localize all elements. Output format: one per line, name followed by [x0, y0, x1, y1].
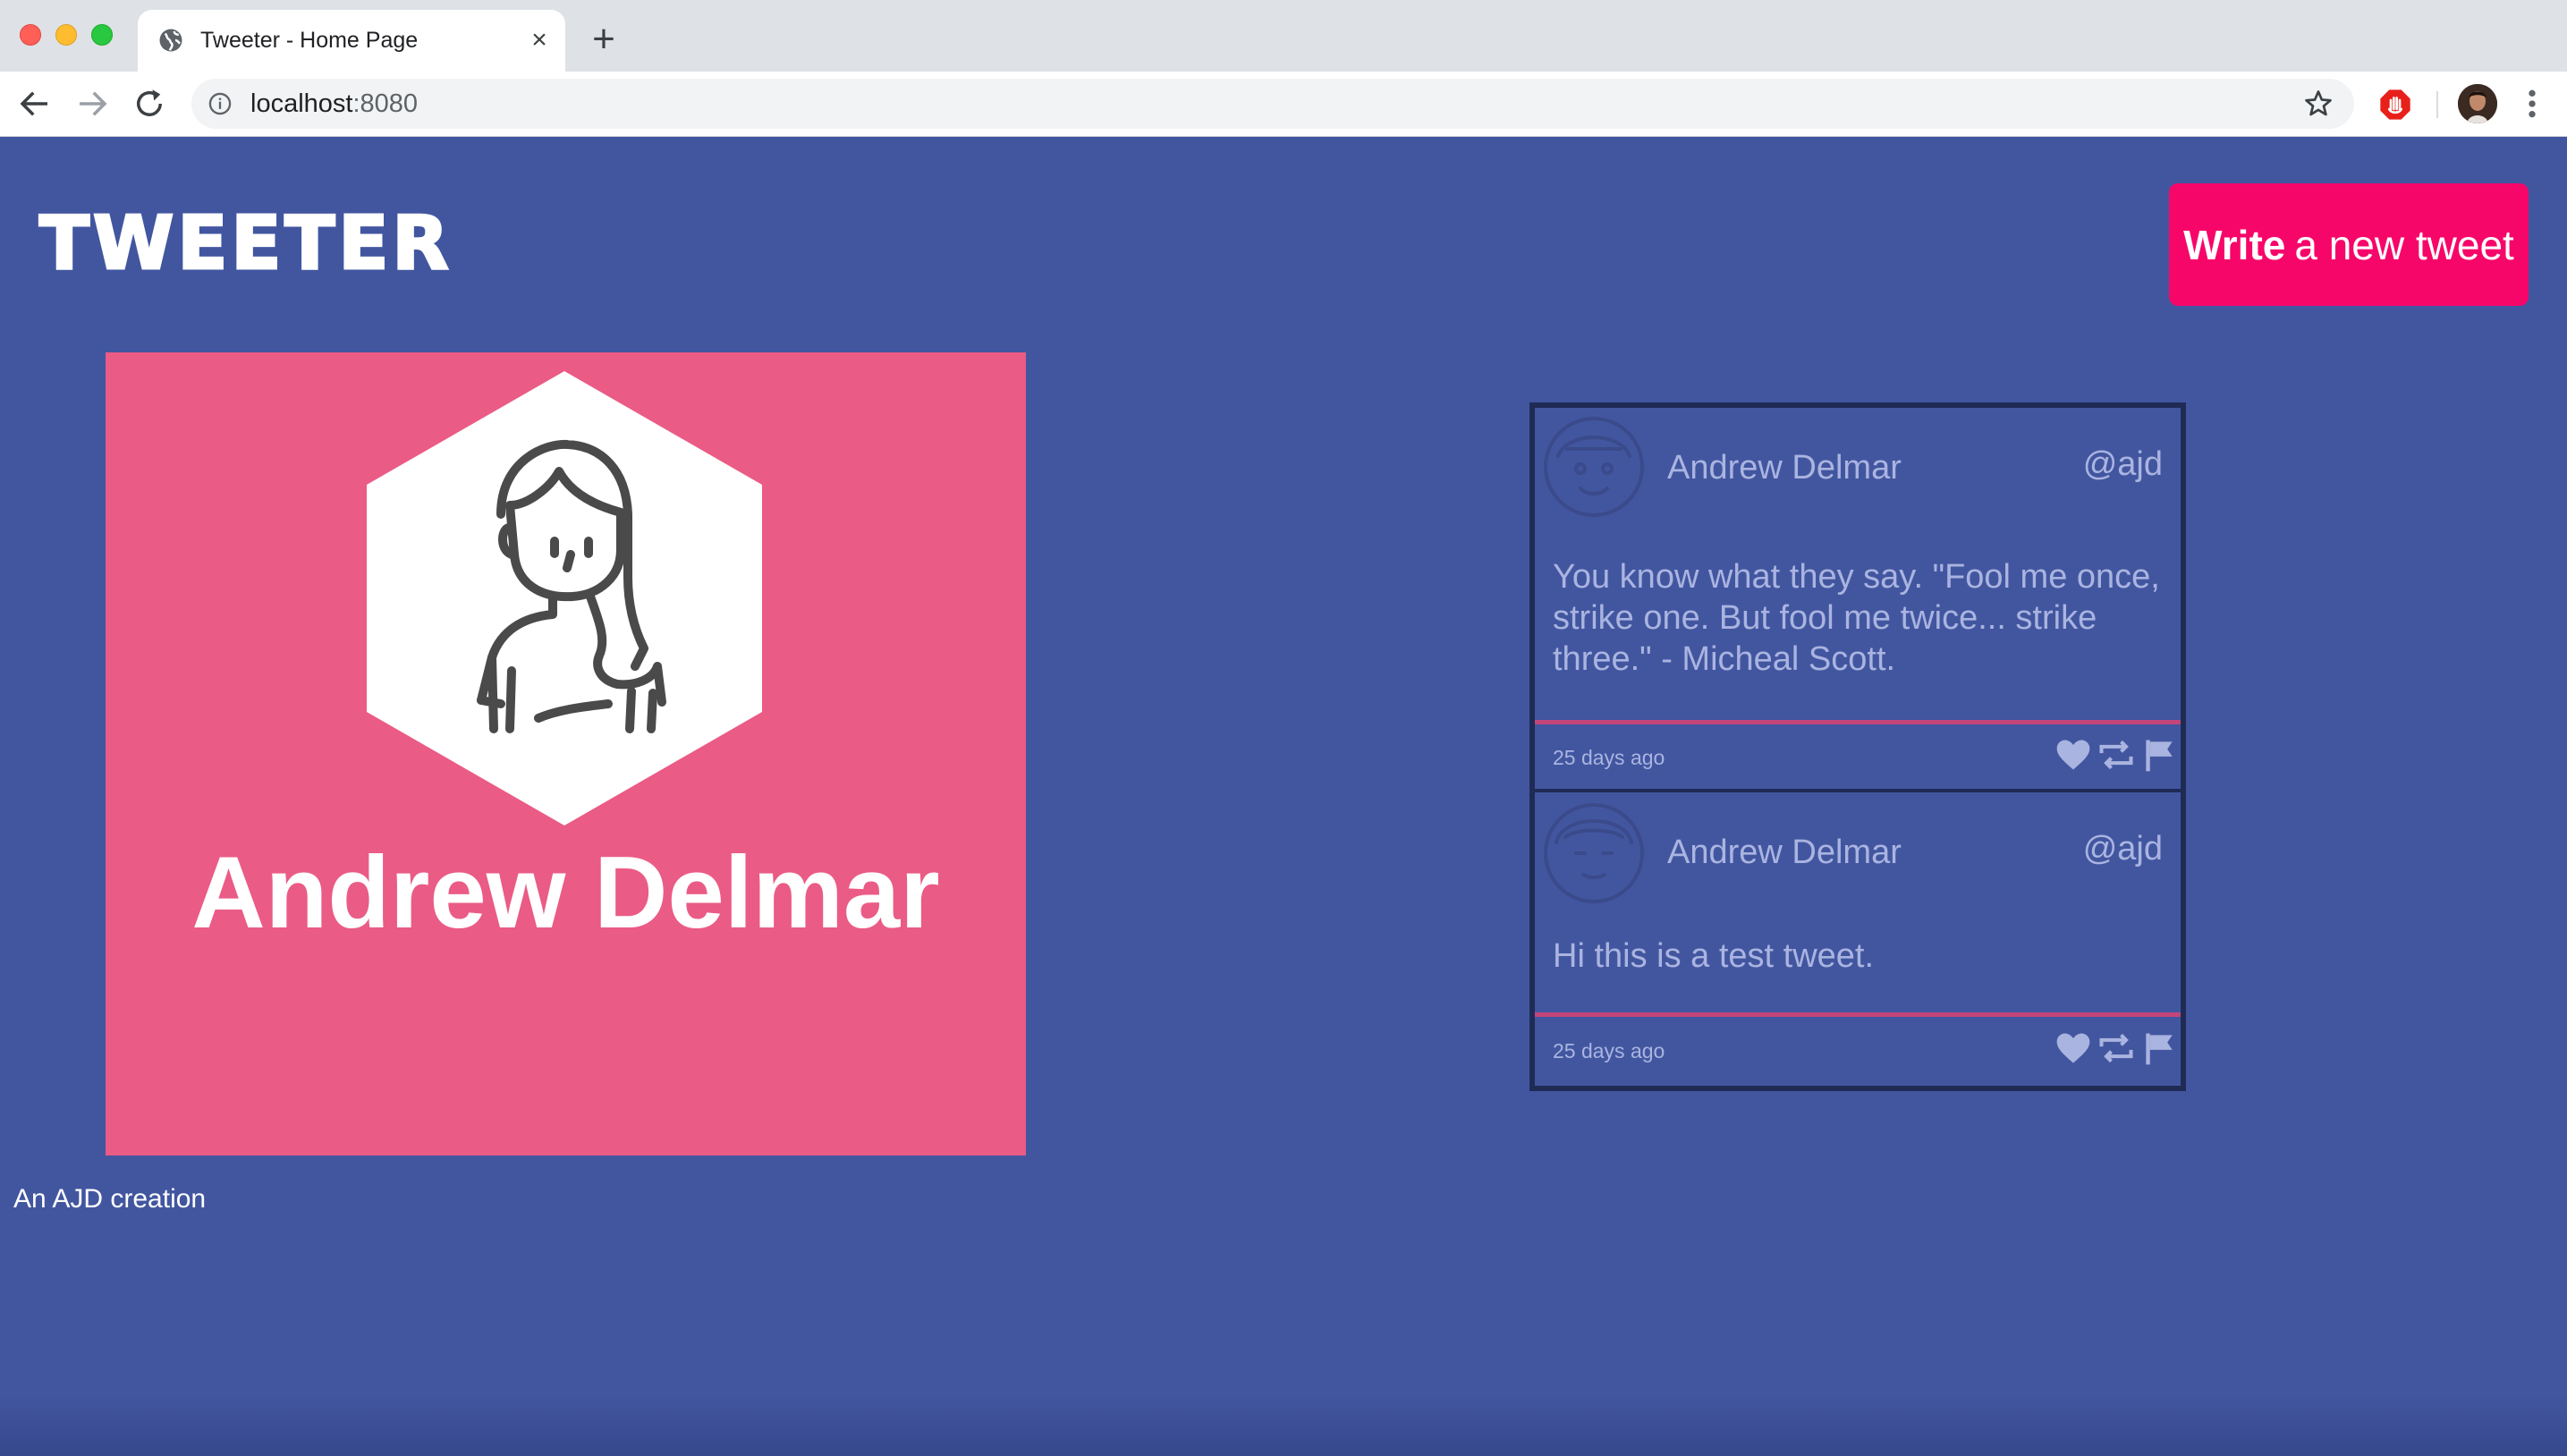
tweet-text: Hi this is a test tweet. — [1553, 937, 1875, 975]
url-port: :8080 — [352, 89, 419, 118]
woman-avatar-icon — [477, 439, 666, 733]
info-icon[interactable] — [208, 91, 233, 116]
reload-icon[interactable] — [131, 85, 168, 123]
url-host: localhost — [250, 89, 353, 118]
browser-tab-bar: Tweeter - Home Page × + — [0, 0, 2567, 72]
globe-icon — [159, 29, 182, 52]
browser-tab[interactable]: Tweeter - Home Page × — [138, 10, 565, 72]
forward-arrow-icon[interactable] — [73, 85, 111, 123]
profile-name: Andrew Delmar — [191, 836, 940, 950]
back-arrow-icon[interactable] — [16, 85, 54, 123]
kebab-menu-icon[interactable] — [2519, 86, 2546, 122]
compose-label: a new tweet — [2294, 221, 2514, 268]
compose-label-bold: Write — [2183, 221, 2286, 268]
toolbar-divider — [2436, 91, 2438, 118]
tweet-author-name[interactable]: Andrew Delmar — [1667, 834, 1902, 872]
tweet-text: You know what they say. "Fool me once, s… — [1553, 558, 2160, 678]
window-close-button[interactable] — [20, 24, 41, 46]
tweet-divider — [1535, 1012, 2181, 1017]
profile-avatar[interactable] — [2458, 84, 2497, 123]
address-bar[interactable]: localhost:8080 — [191, 79, 2354, 129]
site-logo[interactable]: TWEETER — [38, 202, 453, 285]
tweet-list: Andrew Delmar @ajd You know what they sa… — [1529, 402, 2186, 1091]
star-icon[interactable] — [2302, 88, 2334, 120]
flag-icon[interactable] — [2139, 1029, 2179, 1068]
page-bottom-shadow — [0, 1393, 2567, 1456]
flag-icon[interactable] — [2139, 735, 2179, 775]
tweet-author-name[interactable]: Andrew Delmar — [1667, 449, 1902, 487]
window-minimize-button[interactable] — [55, 24, 77, 46]
page-viewport: TWEETER Write a new tweet Andrew Delmar … — [0, 137, 2567, 1456]
close-icon[interactable]: × — [524, 25, 555, 55]
url-text[interactable]: localhost:8080 — [250, 89, 418, 118]
adblock-icon[interactable] — [2377, 87, 2413, 123]
heart-icon[interactable] — [2054, 1029, 2093, 1068]
tweet-item: Andrew Delmar @ajd Hi this is a test twe… — [1535, 792, 2181, 1086]
tweet-avatar — [1544, 803, 1644, 903]
profile-avatar-image — [2458, 84, 2497, 123]
heart-icon[interactable] — [2054, 735, 2093, 775]
tweet-timestamp: 25 days ago — [1553, 746, 1665, 769]
tweet-item: Andrew Delmar @ajd You know what they sa… — [1535, 408, 2181, 792]
tweet-actions — [2054, 735, 2179, 775]
write-tweet-button[interactable]: Write a new tweet — [2169, 183, 2529, 306]
tweet-divider — [1535, 720, 2181, 724]
retweet-icon[interactable] — [2097, 1029, 2136, 1068]
footer-credit: An AJD creation — [13, 1184, 207, 1214]
tweet-author-handle[interactable]: @ajd — [2083, 445, 2163, 484]
tweet-timestamp: 25 days ago — [1553, 1039, 1665, 1062]
retweet-icon[interactable] — [2097, 735, 2136, 775]
window-zoom-button[interactable] — [91, 24, 113, 46]
plus-icon[interactable]: + — [585, 20, 623, 59]
tweet-avatar — [1544, 417, 1644, 517]
browser-toolbar: localhost:8080 — [0, 72, 2567, 137]
profile-card: Andrew Delmar — [106, 352, 1026, 1155]
tweet-author-handle[interactable]: @ajd — [2083, 830, 2163, 868]
tweet-actions — [2054, 1029, 2179, 1068]
tab-title: Tweeter - Home Page — [200, 28, 419, 53]
